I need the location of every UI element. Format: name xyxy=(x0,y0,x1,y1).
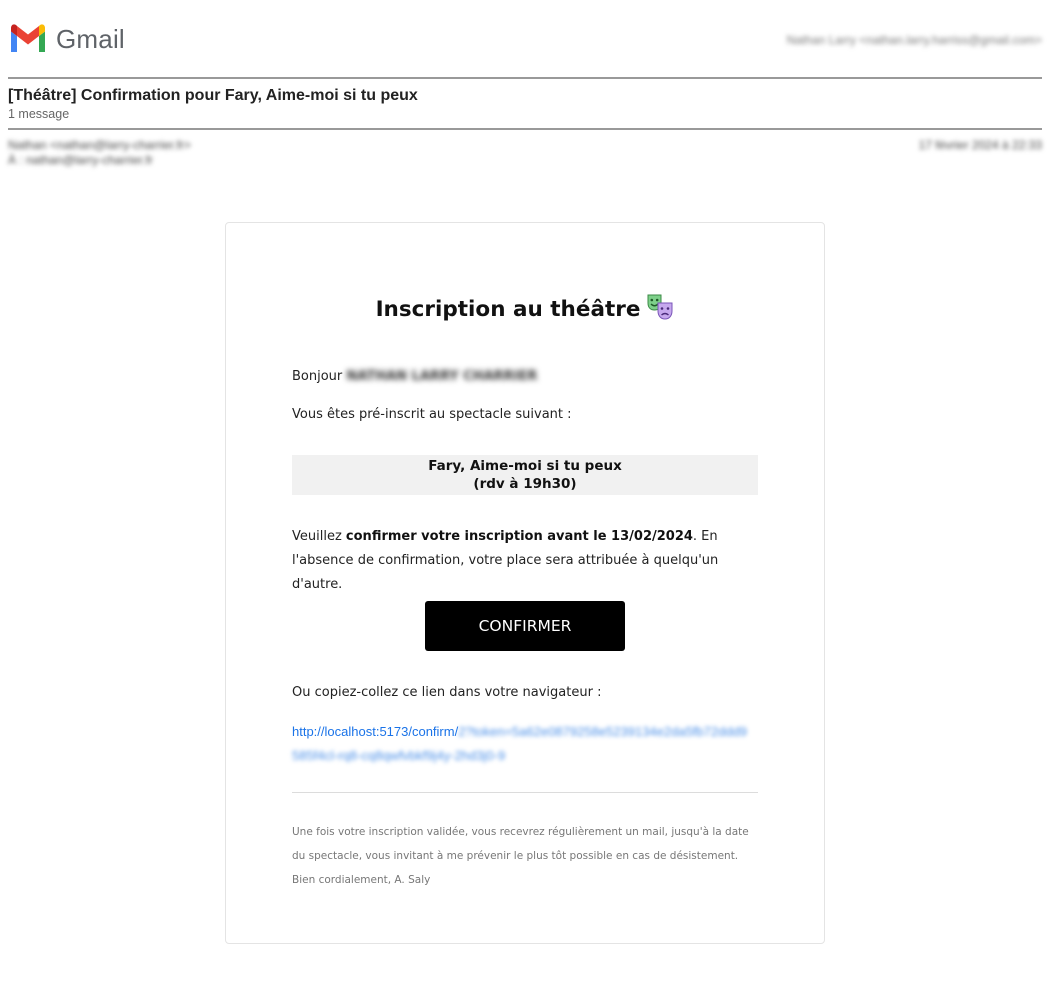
copy-link-label: Ou copiez-collez ce lien dans votre navi… xyxy=(292,685,602,700)
greeting: Bonjour NATHAN LARRY CHARRIER xyxy=(292,369,537,384)
notice-prefix: Veuillez xyxy=(292,529,346,544)
gmail-header: Gmail Nathan Larry <nathan.larry.harriss… xyxy=(8,0,1042,78)
show-details-box: Fary, Aime-moi si tu peux (rdv à 19h30) xyxy=(292,455,758,495)
gmail-logo[interactable]: Gmail xyxy=(8,22,125,57)
gmail-m-icon xyxy=(8,22,48,57)
intro-text: Vous êtes pré-inscrit au spectacle suiva… xyxy=(292,407,572,422)
show-time: (rdv à 19h30) xyxy=(473,476,577,492)
email-body-card: Inscription au théâtre Bonjour NATHAN LA… xyxy=(225,222,825,944)
footer-text: Une fois votre inscription validée, vous… xyxy=(292,820,758,892)
greeting-prefix: Bonjour xyxy=(292,369,343,384)
email-date: 17 février 2024 à 22:33 xyxy=(918,138,1042,152)
message-count: 1 message xyxy=(8,107,70,121)
recipient-name: NATHAN LARRY CHARRIER xyxy=(346,369,538,384)
subject-divider xyxy=(8,128,1042,130)
confirmation-notice: Veuillez confirmer votre inscription ava… xyxy=(292,525,752,597)
account-label: Nathan Larry <nathan.larry.harriss@gmail… xyxy=(786,33,1042,47)
footer-divider xyxy=(292,792,758,793)
theater-masks-icon xyxy=(646,293,674,327)
card-title: Inscription au théâtre xyxy=(226,293,824,327)
notice-deadline: confirmer votre inscription avant le 13/… xyxy=(345,529,693,544)
footer-paragraph: Une fois votre inscription validée, vous… xyxy=(292,826,749,862)
show-title: Fary, Aime-moi si tu peux xyxy=(428,458,622,474)
footer-signature: Bien cordialement, A. Saly xyxy=(292,874,431,886)
link-base[interactable]: http://localhost:5173/confirm/ xyxy=(292,724,458,739)
gmail-wordmark: Gmail xyxy=(56,24,125,54)
confirmation-link[interactable]: http://localhost:5173/confirm/2?token=5a… xyxy=(292,720,754,768)
recipient-line: À : nathan@larry-charrier.fr xyxy=(8,153,153,167)
sender-line: Nathan <nathan@larry-charrier.fr> xyxy=(8,138,191,152)
email-subject: [Théâtre] Confirmation pour Fary, Aime-m… xyxy=(8,87,418,104)
card-title-text: Inscription au théâtre xyxy=(375,297,641,322)
confirm-button[interactable]: CONFIRMER xyxy=(425,601,625,651)
header-divider xyxy=(8,77,1042,79)
